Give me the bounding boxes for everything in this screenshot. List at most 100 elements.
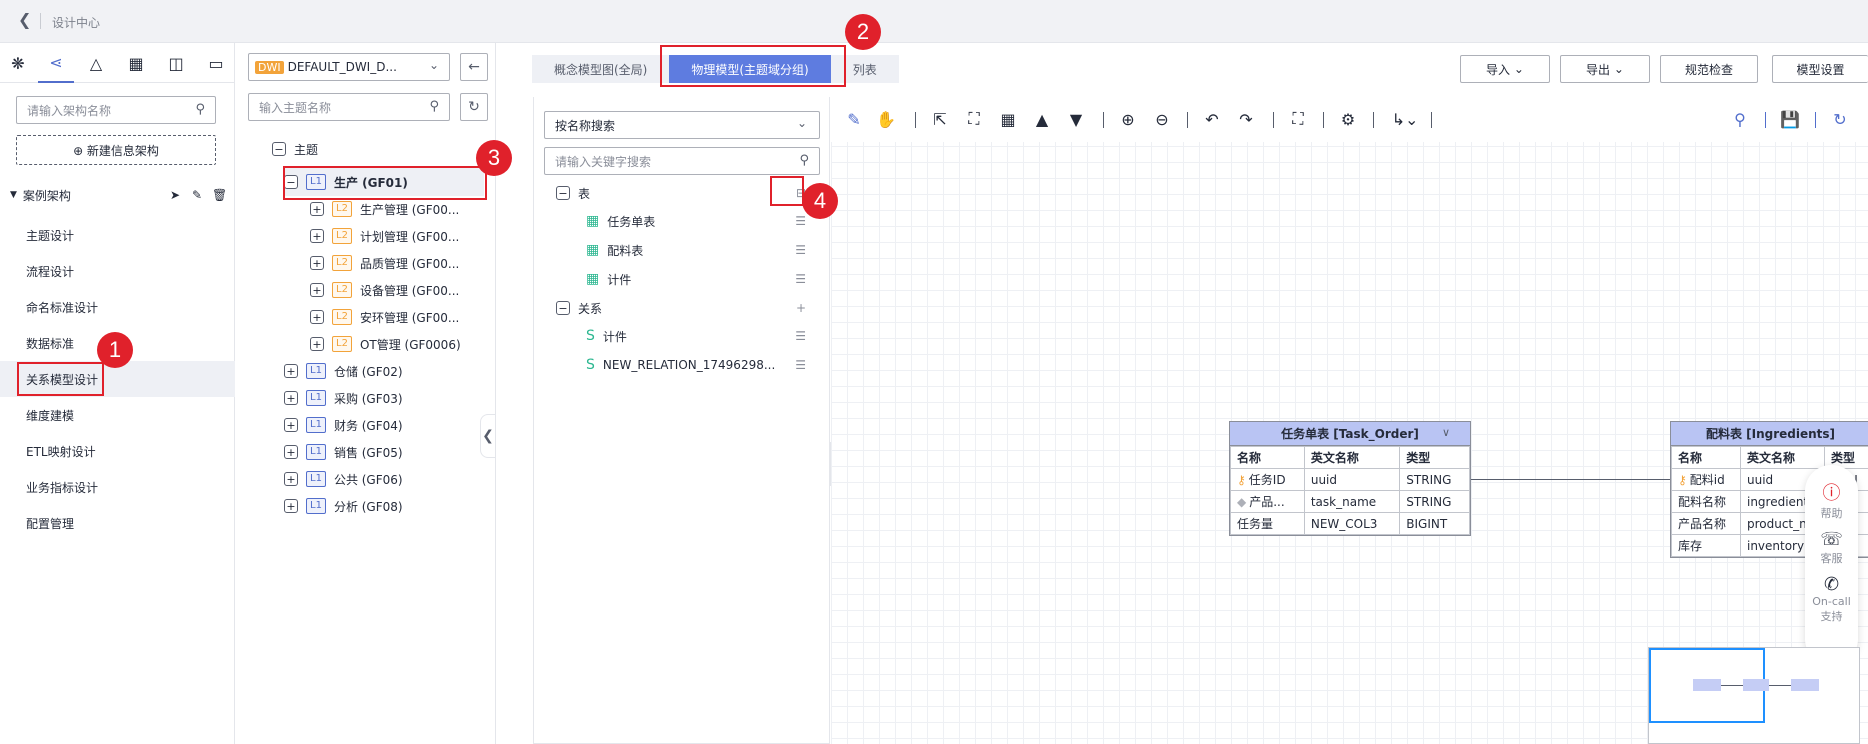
expand-icon[interactable]: + [310,310,324,324]
expand-icon[interactable]: + [310,256,324,270]
service-label[interactable]: 客服 [1821,550,1843,566]
fullscreen-icon[interactable]: ⛶ [1285,106,1311,132]
entity-row[interactable]: ⚷ 任务ID uuid STRING [1230,468,1470,491]
expand-icon[interactable]: + [284,418,298,432]
list-icon[interactable]: ☰ [795,329,806,343]
help-icon[interactable]: ⓘ [1823,479,1841,505]
tree-node[interactable]: − 主题 [272,135,318,163]
dimension-icon[interactable]: △ [78,43,114,83]
connector-icon[interactable]: ↳⌄ [1385,106,1425,132]
search-canvas-icon[interactable]: ⚲ [1727,106,1753,132]
send-icon[interactable]: ➤ [170,188,180,202]
expand-icon[interactable]: + [310,337,324,351]
case-architecture-header[interactable]: ▼ 案例架构 ➤ ✎ 🗑 [10,185,227,205]
fit-icon[interactable]: ⛶ [961,106,987,132]
chevron-circle-down-icon[interactable]: ▼ [1063,106,1089,132]
minimap[interactable] [1648,647,1860,744]
nav-item[interactable]: 维度建模 [0,397,235,433]
nav-item[interactable]: 业务指标设计 [0,469,235,505]
nav-item[interactable]: 命名标准设计 [0,289,235,325]
new-architecture-button[interactable]: ⊕ 新建信息架构 [16,135,216,165]
search-mode-select[interactable]: 按名称搜索 ⌄ [544,111,820,139]
entity-row[interactable]: 任务量 NEW_COL3 BIGINT [1230,512,1470,535]
tree-node[interactable]: + L1 财务 (GF04) [284,411,403,439]
tree-node[interactable]: + L1 销售 (GF05) [284,438,403,466]
list-item[interactable]: S NEW_RELATION_17496298... ☰ [586,351,820,379]
list-item[interactable]: − 关系 + [556,294,820,322]
relation-line[interactable] [1470,479,1670,480]
undo-icon[interactable]: ↶ [1199,106,1225,132]
tree-node[interactable]: + L2 设备管理 (GF00... [310,276,459,304]
expand-icon[interactable]: + [284,364,298,378]
tree-node[interactable]: + L1 采购 (GF03) [284,384,403,412]
collapse-left-icon[interactable]: ❮ [480,414,496,458]
pen-icon[interactable]: ✎ [841,106,867,132]
shrink-icon[interactable]: ⇱ [927,106,953,132]
chevron-circle-up-icon[interactable]: ▲ [1029,106,1055,132]
refresh-icon[interactable]: ↻ [1827,106,1853,132]
delete-icon[interactable]: 🗑 [212,188,227,202]
settings-icon[interactable]: ⚙ [1335,106,1361,132]
zoom-out-icon[interactable]: ⊖ [1149,106,1175,132]
import-button[interactable]: 导入 ⌄ [1460,55,1550,83]
tree-node[interactable]: + L2 OT管理 (GF0006) [310,330,461,358]
mapping-icon[interactable]: ▭ [198,43,234,83]
expand-icon[interactable]: + [284,499,298,513]
expand-icon[interactable]: + [284,472,298,486]
list-item[interactable]: ▦ 计件 ☰ [586,265,820,293]
collapse-icon[interactable]: − [556,301,570,315]
collapse-icon[interactable]: − [556,186,570,200]
tree-node[interactable]: + L1 仓储 (GF02) [284,357,403,385]
nav-item[interactable]: ETL映射设计 [0,433,235,469]
redo-icon[interactable]: ↷ [1233,106,1259,132]
expand-icon[interactable]: + [310,283,324,297]
plus-icon[interactable]: + [796,301,806,315]
support-label[interactable]: 支持 [1821,608,1843,624]
list-icon[interactable]: ☰ [795,214,806,228]
grid-icon[interactable]: ▦ [995,106,1021,132]
workspace-select[interactable]: DWI DEFAULT_DWI_D... ⌄ [248,53,450,81]
keyword-search-input[interactable]: 请输入关键字搜索 ⚲ [544,147,820,175]
entity-title[interactable]: 任务单表 [Task_Order] [1230,422,1470,446]
zoom-in-icon[interactable]: ⊕ [1115,106,1141,132]
chevron-down-icon[interactable]: ∨ [1442,426,1450,439]
save-icon[interactable]: 💾 [1777,106,1803,132]
hand-icon[interactable]: ✋ [873,106,899,132]
arrow-left-icon[interactable]: ← [460,53,488,81]
export-button[interactable]: 导出 ⌄ [1560,55,1650,83]
phone-icon[interactable]: ✆ [1824,574,1839,595]
tree-node[interactable]: + L2 安环管理 (GF00... [310,303,459,331]
list-icon[interactable]: ☰ [795,272,806,286]
headset-icon[interactable]: ☏ [1820,529,1843,550]
edit-icon[interactable]: ✎ [192,188,202,202]
oncall-label[interactable]: On-call [1812,595,1851,608]
nav-item[interactable]: 主题设计 [0,217,235,253]
expand-icon[interactable]: + [284,445,298,459]
expand-icon[interactable]: + [310,202,324,216]
metric-icon[interactable]: ◫ [158,43,194,83]
list-icon[interactable]: ☰ [795,358,806,372]
chevron-left-icon[interactable]: ❮ [18,10,31,29]
list-item[interactable]: ▦ 配料表 ☰ [586,236,820,264]
list-icon[interactable]: ☰ [795,243,806,257]
list-item[interactable]: ▦ 任务单表 ☰ [586,207,820,235]
entity-title[interactable]: 配料表 [Ingredients] [1671,422,1868,446]
relation-model-icon[interactable]: ⋖ [38,43,74,83]
nav-item[interactable]: 流程设计 [0,253,235,289]
help-label[interactable]: 帮助 [1821,505,1843,521]
architecture-search-input[interactable]: 请输入架构名称 ⚲ [16,96,216,124]
tree-node[interactable]: + L2 品质管理 (GF00... [310,249,459,277]
expand-icon[interactable]: + [310,229,324,243]
flow-icon[interactable]: ▦ [118,43,154,83]
refresh-icon[interactable]: ↻ [460,93,488,121]
subject-search-input[interactable]: 输入主题名称 ⚲ [248,93,450,121]
entity-task-order[interactable]: 任务单表 [Task_Order] ∨ 名称 英文名称 类型 ⚷ 任务ID uuid STRIN… [1229,421,1471,536]
expand-icon[interactable]: + [284,391,298,405]
subject-icon[interactable]: ❋ [0,43,36,83]
model-settings-button[interactable]: 模型设置 [1772,55,1868,83]
tree-node[interactable]: + L1 分析 (GF08) [284,492,403,520]
collapse-icon[interactable]: − [272,142,286,156]
tab-0[interactable]: 概念模型图(全局) [532,55,669,83]
spec-check-button[interactable]: 规范检查 [1660,55,1758,83]
nav-item[interactable]: 配置管理 [0,505,235,541]
